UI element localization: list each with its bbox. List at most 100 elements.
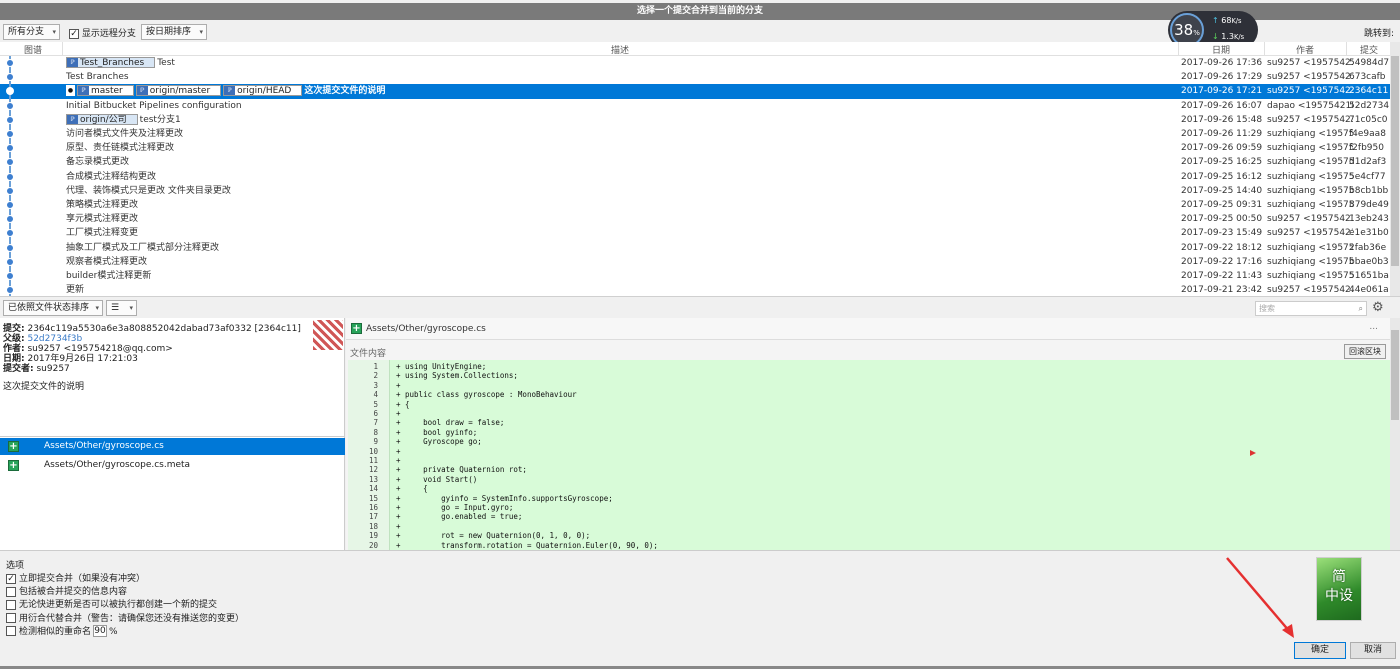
commit-row[interactable]: 原型、责任链模式注释更改 2017-09-26 09:59 suzhiqiang <… [0,141,1390,155]
diff-code[interactable]: 1 + using UnityEngine; 2 + using System.Col… [348,360,1390,550]
commit-description: ℙ Test_Branches Test [66,56,175,70]
branch-tag[interactable]: ℙorigin/HEAD [223,85,303,97]
changed-files-list[interactable]: + Assets/Other/gyroscope.cs + Assets/Other/… [0,436,345,550]
sort-dropdown[interactable]: 按日期排序 ▾ [141,24,207,40]
option-checkbox[interactable]: ✓ 立即提交合并（如果没有冲突） [6,571,145,584]
show-remote-checkbox[interactable]: ✓ 显示远程分支 [69,26,136,39]
column-date[interactable]: 日期 [1212,43,1230,56]
diff-line: 6 + [348,409,1390,418]
commit-row[interactable]: 工厂模式注释变更 2017-09-23 15:49 su9257 <19575421… [0,226,1390,240]
avatar [313,320,343,350]
line-number: 1 [373,362,378,371]
changed-file-item[interactable]: + Assets/Other/gyroscope.cs [0,438,345,455]
search-icon: ⌕ [1358,304,1363,313]
diff-scrollbar[interactable] [1390,318,1400,550]
commit-date: 2017-09-25 09:31 [1181,200,1263,210]
commit-row[interactable]: ● ℙmaster ℙorigin/master ℙorigin/HEAD 这次提交文件… [0,84,1390,99]
gear-icon[interactable]: ⚙ [1372,300,1384,315]
line-number: 18 [368,521,378,531]
file-added-icon: + [351,323,362,334]
commit-row[interactable]: 访问者模式文件夹及注释更改 2017-09-26 11:29 suzhiqiang … [0,127,1390,141]
commit-row[interactable]: builder模式注释更新 2017-09-22 11:43 suzhiqiang … [0,269,1390,283]
diff-line: 20 + transform.rotation = Quaternion.Eule… [348,541,1390,550]
commit-row[interactable]: 备忘录模式更改 2017-09-25 16:25 suzhiqiang <19575… [0,155,1390,169]
commit-date: 2017-09-26 15:48 [1181,114,1263,125]
chevron-down-icon: ▾ [95,304,99,312]
diff-line: 7 + bool draw = false; [348,418,1390,427]
branch-filter-dropdown[interactable]: 所有分支 ▾ [3,24,60,40]
line-number: 9 [373,437,378,447]
changed-file-item[interactable]: + Assets/Other/gyroscope.cs.meta [0,457,345,474]
commit-row[interactable]: 观察者模式注释更改 2017-09-22 17:16 suzhiqiang <195… [0,255,1390,269]
commit-author: suzhiqiang <195754218@qq.com> [1267,143,1353,154]
scrollbar-thumb[interactable] [1391,56,1399,266]
commit-row[interactable]: 代理、装饰模式只是更改 文件夹目录更改 2017-09-25 14:40 suzhi… [0,184,1390,198]
list-icon: ☰ [111,303,120,313]
line-number: 7 [373,418,378,428]
line-number: 5 [373,399,378,409]
graph-node [6,186,14,195]
column-commit[interactable]: 提交 [1360,43,1378,56]
commit-row[interactable]: 合成模式注释结构更改 2017-09-25 16:12 suzhiqiang <19… [0,170,1390,184]
commit-hash: 2364c11 [1349,86,1389,97]
commit-hash: 13eb243 [1349,214,1389,225]
commit-author: su9257 <195754218@qq.com> [1267,214,1353,225]
branch-tag[interactable]: ℙmaster [77,85,134,97]
option-checkbox[interactable]: 用衍合代替合并（警告：请确保您还没有推送您的变更） [6,611,244,624]
commit-row[interactable]: Initial Bitbucket Pipelines configuratio… [0,99,1390,113]
commit-author: suzhiqiang <195754218@qq.com> [1267,256,1353,267]
branch-tag[interactable]: ℙorigin/公司 [66,113,138,125]
graph-node [6,172,14,181]
checkbox-icon [6,613,16,624]
commit-hash: d1d2af3 [1349,157,1387,168]
commit-author: su9257 <195754218@qq.com> [1267,58,1353,68]
diff-file-header: + Assets/Other/gyroscope.cs ... [346,318,1390,340]
option-checkbox[interactable]: 检测相似的重命名 90% [6,624,118,638]
view-mode-dropdown[interactable]: ☰ ▾ [106,300,137,316]
commit-description: 更新 [66,285,85,296]
branch-icon: ℙ [224,86,236,96]
ok-button[interactable]: 确定 [1294,642,1346,659]
column-graph[interactable]: 图谱 [24,43,42,56]
file-added-icon: + [8,441,19,452]
commit-description: 合成模式注释结构更改 [66,171,157,182]
commit-list-scrollbar[interactable] [1390,42,1400,296]
commit-row[interactable]: ℙorigin/公司 test分支1 2017-09-26 15:48 su9257 … [0,113,1390,127]
search-input[interactable]: 搜索 ⌕ [1255,301,1367,316]
branch-icon: ℙ [78,86,89,96]
diff-line: 13 + void Start() [348,475,1390,484]
option-checkbox[interactable]: 无论快进更新是否可以被执行都创建一个新的提交 [6,597,217,610]
revert-hunk-button[interactable]: 回滚区块 [1344,344,1386,359]
option-checkbox[interactable]: 包括被合并提交的信息内容 [6,584,127,597]
arrow-up-icon: ↑ [1212,16,1219,25]
commit-author: suzhiqiang <195754218@qq.com> [1267,129,1353,139]
commit-row[interactable]: 享元模式注释更改 2017-09-25 00:50 su9257 <19575421… [0,212,1390,226]
file-sort-dropdown[interactable]: 已依照文件状态排序 ▾ [3,300,103,316]
commit-list[interactable]: ℙ Test_Branches Test 2017-09-26 17:36 su9257… [0,56,1390,296]
rename-threshold-input[interactable]: 90 [93,625,108,638]
more-icon[interactable]: ... [1369,322,1378,332]
commit-date: 2017-09-25 14:40 [1181,185,1263,196]
commit-row[interactable]: 策略模式注释更改 2017-09-25 09:31 suzhiqiang <1957… [0,198,1390,212]
commit-hash: 54984d7 [1349,58,1389,68]
branch-tag[interactable]: ℙ Test_Branches [66,57,156,68]
scrollbar-thumb[interactable] [1391,330,1399,420]
commit-author: su9257 <195754218@qq.com> [1267,72,1353,83]
checkbox-icon [6,599,16,610]
commit-row[interactable]: 抽象工厂模式及工厂模式部分注释更改 2017-09-22 18:12 suzhiqi… [0,241,1390,255]
commit-date: 2017-09-26 17:29 [1181,72,1263,83]
commit-row[interactable]: Test Branches 2017-09-26 17:29 su9257 <195… [0,70,1390,84]
diff-line: 18 + [348,522,1390,531]
commit-description: 观察者模式注释更改 [66,256,148,267]
branch-tag[interactable]: ℙorigin/master [135,85,222,97]
cancel-button[interactable]: 取消 [1350,642,1396,659]
column-description[interactable]: 描述 [611,43,629,56]
committer-value: su9257 [36,364,70,374]
commit-row[interactable]: 更新 2017-09-21 23:42 su9257 <195754218@qq.c… [0,283,1390,296]
graph-node [6,130,14,138]
commit-description: Initial Bitbucket Pipelines configuratio… [66,100,242,111]
commit-hash: 5e4cf77 [1349,171,1386,182]
column-author[interactable]: 作者 [1296,43,1314,56]
diff-line: 19 + rot = new Quaternion(0, 1, 0, 0); [348,531,1390,540]
commit-row[interactable]: ℙ Test_Branches Test 2017-09-26 17:36 su9257… [0,56,1390,70]
